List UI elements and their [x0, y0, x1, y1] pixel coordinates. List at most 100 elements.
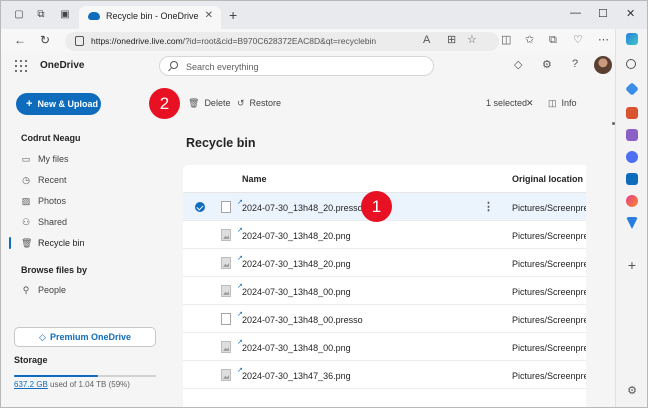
- settings-gear-icon[interactable]: ⚙: [542, 58, 552, 71]
- tab-title: Recycle bin - OneDrive: [106, 11, 199, 21]
- collections-icon[interactable]: ⧉: [549, 34, 557, 46]
- column-header-original-location[interactable]: Original location: [512, 174, 583, 184]
- file-name[interactable]: 2024-07-30_13h48_00.png: [242, 287, 351, 297]
- nav-item-photos[interactable]: ▨ Photos: [21, 196, 66, 212]
- file-name[interactable]: 2024-07-30_13h48_20.png: [242, 259, 351, 269]
- more-actions-icon[interactable]: ⋮: [483, 200, 494, 213]
- browse-files-by-heading: Browse files by: [21, 265, 88, 275]
- avatar[interactable]: [594, 56, 612, 74]
- back-icon[interactable]: ←: [14, 34, 26, 46]
- image-icon: ▨: [21, 196, 31, 206]
- maximize-icon[interactable]: ☐: [598, 7, 608, 20]
- outlook-icon[interactable]: [626, 173, 638, 185]
- column-header-name[interactable]: Name: [242, 174, 267, 184]
- browser-essentials-icon[interactable]: ♡: [573, 34, 583, 46]
- search-placeholder: Search everything: [186, 62, 259, 72]
- premium-onedrive-button[interactable]: ◇ Premium OneDrive: [14, 327, 156, 347]
- table-row[interactable]: ↗ 2024-07-30_13h48_00.png Pictures/Screenp…: [183, 333, 586, 361]
- restore-icon: ↺: [237, 98, 245, 108]
- scrollbar[interactable]: [612, 122, 615, 125]
- tab-bar: ▢ ⧉ ▣ Recycle bin - OneDrive ✕ + — ☐ ✕: [1, 1, 647, 29]
- diamond-icon: ◇: [39, 332, 46, 342]
- onedrive-cloud-icon: [88, 12, 100, 20]
- search-icon: [170, 61, 178, 69]
- file-name[interactable]: 2024-07-30_13h48_00.png: [242, 343, 351, 353]
- settings-more-icon[interactable]: ⋯: [598, 34, 609, 46]
- app-name[interactable]: OneDrive: [40, 60, 84, 71]
- premium-diamond-icon[interactable]: ◇: [514, 58, 522, 71]
- info-button[interactable]: ◫ Info: [548, 98, 577, 109]
- help-icon[interactable]: ?: [572, 58, 578, 70]
- restore-button[interactable]: ↺ Restore: [237, 98, 281, 109]
- nav-item-my-files[interactable]: ▭ My files: [21, 154, 69, 170]
- trash-icon: 🗑: [188, 98, 200, 108]
- new-tab-icon[interactable]: +: [229, 8, 237, 22]
- drop-icon[interactable]: [626, 217, 638, 229]
- folder-icon: ▭: [21, 154, 31, 164]
- storage-text: 637.2 GB used of 1.04 TB (59%): [14, 380, 130, 389]
- nav-item-shared[interactable]: ⚇ Shared: [21, 217, 67, 233]
- read-aloud-icon[interactable]: A: [423, 34, 430, 46]
- info-pane-icon: ◫: [548, 98, 557, 108]
- tools-icon[interactable]: [626, 107, 638, 119]
- file-name[interactable]: 2024-07-30_13h48_20.png: [242, 231, 351, 241]
- table-row[interactable]: ↗ 2024-07-30_13h48_00.png Pictures/Screenp…: [183, 277, 586, 305]
- clock-icon: ◷: [22, 175, 30, 185]
- favorites-icon[interactable]: ✩: [525, 34, 534, 46]
- clear-selection-icon[interactable]: ✕: [526, 98, 534, 109]
- tab-close-icon[interactable]: ✕: [205, 10, 213, 21]
- file-name[interactable]: 2024-07-30_13h48_00.presso: [242, 315, 363, 325]
- workspaces-icon[interactable]: ⧉: [35, 9, 47, 21]
- delete-button[interactable]: 🗑 Delete: [188, 98, 230, 109]
- table-row[interactable]: ↗ 2024-07-30_13h48_20.png Pictures/Screenp…: [183, 249, 586, 277]
- file-location: Pictures/Screenpresso: [512, 343, 586, 353]
- person-icon: ⚲: [22, 285, 30, 295]
- favorite-star-icon[interactable]: ☆: [467, 34, 477, 46]
- designer-icon[interactable]: [626, 195, 638, 207]
- people-icon: ⚇: [21, 217, 31, 227]
- nav-item-recent[interactable]: ◷ Recent: [21, 175, 66, 191]
- storage-progress-bar: [14, 375, 156, 377]
- games-icon[interactable]: [626, 129, 638, 141]
- tab-actions-icon[interactable]: ▣: [59, 9, 71, 21]
- new-upload-button[interactable]: + New & Upload: [16, 93, 101, 115]
- split-screen-icon[interactable]: ◫: [501, 34, 511, 46]
- file-location: Pictures/Screenpresso: [512, 231, 586, 241]
- sidebar-search-icon[interactable]: [626, 59, 636, 69]
- file-location: Pictures/Screenpresso: [512, 371, 586, 381]
- table-row[interactable]: ↗ 2024-07-30_13h47_36.png Pictures/Screenp…: [183, 361, 586, 389]
- nav-item-recycle-bin[interactable]: 🗑 Recycle bin: [21, 238, 85, 254]
- file-location: Pictures/Screenpresso: [512, 315, 586, 325]
- file-location: Pictures/Screenpresso: [512, 259, 586, 269]
- annotation-badge-2: 2: [149, 88, 180, 119]
- main-content: 🗑 Delete ↺ Restore 1 selected ✕ ◫ Info Recy…: [171, 79, 615, 407]
- copilot-icon[interactable]: [626, 33, 638, 45]
- nav-item-people[interactable]: ⚲ People: [21, 285, 66, 301]
- user-name: Codrut Neagu: [21, 133, 81, 143]
- document-file-icon: [221, 201, 231, 213]
- sidebar-settings-icon[interactable]: ⚙: [626, 385, 638, 397]
- minimize-icon[interactable]: —: [570, 7, 581, 19]
- checkmark-icon[interactable]: [195, 202, 205, 212]
- immersive-reader-icon[interactable]: ⊞: [447, 34, 456, 46]
- app-launcher-icon[interactable]: [15, 60, 27, 72]
- add-sidebar-app-icon[interactable]: +: [626, 258, 638, 272]
- address-bar[interactable]: https://onedrive.live.com/?id=root&cid=B…: [65, 32, 499, 51]
- tab-onedrive[interactable]: Recycle bin - OneDrive ✕: [79, 6, 221, 29]
- microsoft-365-icon[interactable]: [626, 151, 638, 163]
- search-box[interactable]: Search everything: [159, 56, 434, 76]
- profile-icon[interactable]: ▢: [13, 9, 25, 21]
- file-name[interactable]: 2024-07-30_13h48_20.presso: [242, 203, 363, 213]
- shopping-tag-icon[interactable]: [625, 82, 639, 96]
- active-indicator: [9, 237, 11, 249]
- file-name[interactable]: 2024-07-30_13h47_36.png: [242, 371, 351, 381]
- table-row[interactable]: ↗ 2024-07-30_13h48_00.presso Pictures/Scre…: [183, 305, 586, 333]
- close-window-icon[interactable]: ✕: [626, 7, 635, 20]
- edge-sidebar: + ⚙: [615, 29, 647, 407]
- refresh-icon[interactable]: ↻: [40, 34, 50, 46]
- storage-used-link[interactable]: 637.2 GB: [14, 380, 48, 389]
- left-navigation: + New & Upload Codrut Neagu ▭ My files ◷ Re…: [1, 79, 171, 407]
- file-location: Pictures/Screenpresso: [512, 203, 586, 213]
- table-row[interactable]: ↗ 2024-07-30_13h48_20.png Pictures/Screenp…: [183, 221, 586, 249]
- browser-window: ▢ ⧉ ▣ Recycle bin - OneDrive ✕ + — ☐ ✕ ←…: [0, 0, 648, 408]
